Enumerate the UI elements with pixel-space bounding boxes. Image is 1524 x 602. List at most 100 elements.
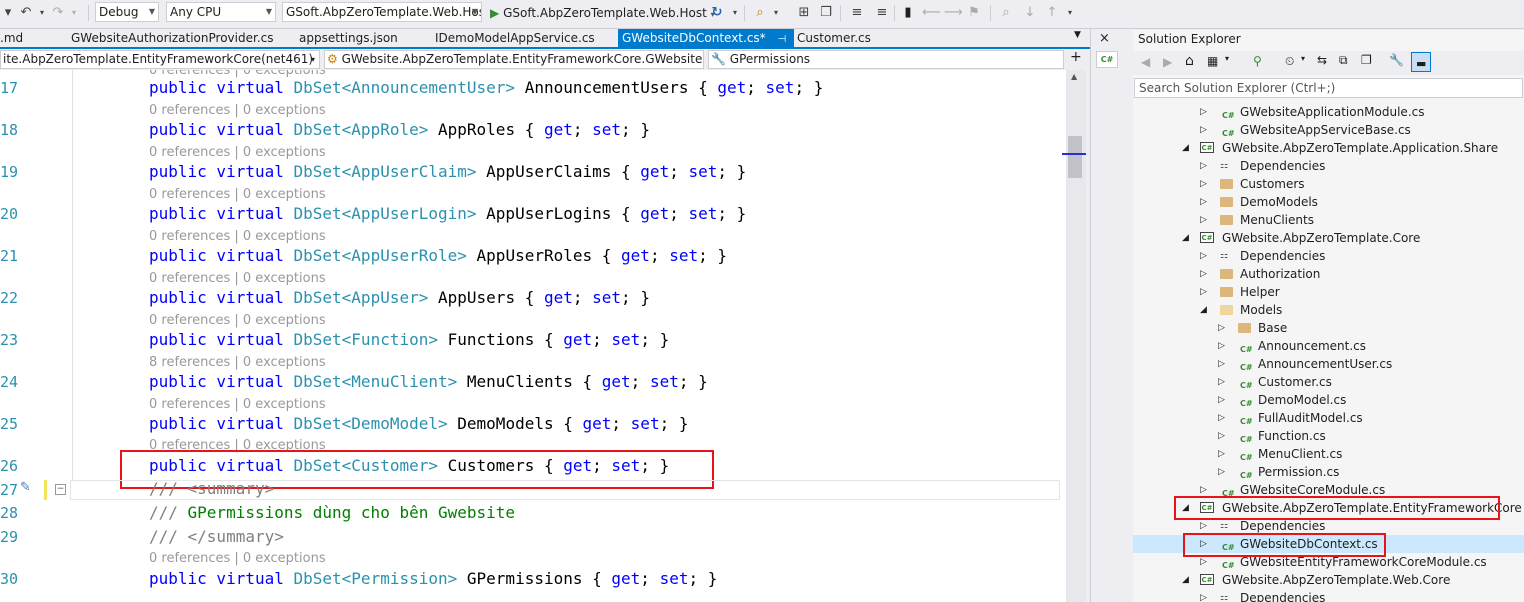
- redo-dropdown-icon[interactable]: ▾: [66, 5, 82, 21]
- tree-item[interactable]: ▷ C# Customer.cs: [1133, 373, 1524, 391]
- solution-platform-select[interactable]: Any CPU ▼: [166, 2, 276, 22]
- navigate-forward-icon[interactable]: ↑: [1044, 5, 1060, 21]
- startup-project-select[interactable]: GSoft.AbpZeroTemplate.Web.Host ▼: [282, 2, 482, 22]
- code-lens[interactable]: 0 references | 0 exceptions: [149, 271, 326, 286]
- expand-icon[interactable]: ▷: [1218, 373, 1225, 391]
- expand-icon[interactable]: ▷: [1200, 283, 1207, 301]
- tree-item[interactable]: ▷ C# GWebsiteApplicationModule.cs: [1133, 103, 1524, 121]
- solution-search-input[interactable]: Search Solution Explorer (Ctrl+;): [1134, 78, 1523, 98]
- refresh-dropdown-icon[interactable]: ▾: [727, 5, 743, 21]
- code-lens[interactable]: 0 references | 0 exceptions: [149, 397, 326, 412]
- toolbar-overflow-icon[interactable]: ▾: [1062, 5, 1078, 21]
- tree-item[interactable]: ◢ Models: [1133, 301, 1524, 319]
- tree-item[interactable]: ▷ C# MenuClient.cs: [1133, 445, 1524, 463]
- expand-icon[interactable]: ▷: [1218, 337, 1225, 355]
- expand-icon[interactable]: ▷: [1218, 409, 1225, 427]
- collapse-icon[interactable]: ◢: [1200, 301, 1207, 319]
- previous-bookmark-icon[interactable]: ⟵: [922, 5, 941, 21]
- tree-item[interactable]: ▷ C# DemoModel.cs: [1133, 391, 1524, 409]
- collapse-icon[interactable]: ◢: [1182, 571, 1189, 589]
- quick-actions-icon[interactable]: ✎: [20, 480, 31, 495]
- csharp-scope-icon[interactable]: C#: [1096, 51, 1118, 68]
- collapse-region-icon[interactable]: −: [55, 484, 66, 495]
- split-editor-icon[interactable]: +: [1070, 49, 1082, 65]
- properties-icon[interactable]: 🔧: [1389, 53, 1404, 67]
- expand-icon[interactable]: ▷: [1218, 463, 1225, 481]
- tree-item[interactable]: ▷ C# AnnouncementUser.cs: [1133, 355, 1524, 373]
- next-bookmark-icon[interactable]: ⟶: [944, 5, 963, 21]
- tree-item[interactable]: ▷ C# Announcement.cs: [1133, 337, 1524, 355]
- indent-icon[interactable]: ≡: [849, 5, 865, 21]
- tree-item[interactable]: ▷ C# FullAuditModel.cs: [1133, 409, 1524, 427]
- tab-appsettings[interactable]: appsettings.json: [299, 29, 398, 48]
- expand-icon[interactable]: ▷: [1200, 247, 1207, 265]
- show-all-files-icon[interactable]: ❐: [1361, 53, 1372, 67]
- tree-item[interactable]: ▷ Customers: [1133, 175, 1524, 193]
- forward-icon[interactable]: ▶: [1163, 55, 1172, 69]
- expand-icon[interactable]: ▷: [1218, 319, 1225, 337]
- collapse-icon[interactable]: ◢: [1182, 229, 1189, 247]
- close-pane-icon[interactable]: ×: [1099, 31, 1110, 46]
- bookmark-icon[interactable]: ▮: [900, 5, 916, 21]
- code-lens[interactable]: 0 references | 0 exceptions: [149, 145, 326, 160]
- expand-icon[interactable]: ▷: [1218, 391, 1225, 409]
- undo-dropdown-icon[interactable]: ▾: [34, 5, 50, 21]
- pending-changes-filter-icon[interactable]: ⚲: [1253, 54, 1262, 68]
- navigate-back-icon[interactable]: ↓: [1022, 5, 1038, 21]
- tree-item[interactable]: ▷ Helper: [1133, 283, 1524, 301]
- code-lens[interactable]: 8 references | 0 exceptions: [149, 355, 326, 370]
- code-lens[interactable]: 0 references | 0 exceptions: [149, 313, 326, 328]
- solution-configuration-select[interactable]: Debug ▼: [95, 2, 159, 22]
- tab-authorization-provider[interactable]: GWebsiteAuthorizationProvider.cs: [71, 29, 273, 48]
- editor-vertical-scrollbar[interactable]: ▲: [1062, 70, 1086, 602]
- switch-views-icon[interactable]: ▦: [1207, 54, 1218, 68]
- toggle-bookmark-icon[interactable]: ⚑: [966, 5, 982, 21]
- back-icon[interactable]: ◀: [1141, 55, 1150, 69]
- refresh-icon[interactable]: ↻: [709, 5, 725, 21]
- collapse-all-icon[interactable]: ⧉: [1339, 53, 1348, 68]
- tab-customer[interactable]: Customer.cs: [797, 29, 871, 48]
- tab-md[interactable]: .md: [0, 29, 23, 48]
- member-navigation-select[interactable]: 🔧 GPermissions: [708, 50, 1064, 69]
- code-lens[interactable]: 0 references | 0 exceptions: [149, 551, 326, 566]
- tree-item[interactable]: ▷ Base: [1133, 319, 1524, 337]
- tab-list-dropdown-icon[interactable]: ▼: [1074, 30, 1081, 40]
- expand-icon[interactable]: ▷: [1200, 193, 1207, 211]
- history-dropdown-icon[interactable]: ▾: [1301, 54, 1305, 63]
- tree-item[interactable]: ▷ C# GWebsiteAppServiceBase.cs: [1133, 121, 1524, 139]
- solution-view-icon[interactable]: ⊞: [796, 5, 812, 21]
- tree-item[interactable]: ▷ ⚏ Dependencies: [1133, 247, 1524, 265]
- expand-icon[interactable]: ▷: [1200, 157, 1207, 175]
- outdent-icon[interactable]: ≡: [874, 5, 890, 21]
- tab-demomodel-appservice[interactable]: IDemoModelAppService.cs: [435, 29, 595, 48]
- expand-icon[interactable]: ▷: [1200, 121, 1207, 139]
- tree-item[interactable]: ▷ ⚏ Dependencies: [1133, 589, 1524, 602]
- expand-icon[interactable]: ▷: [1218, 427, 1225, 445]
- code-lens[interactable]: 0 references | 0 exceptions: [149, 70, 326, 78]
- find-in-files-icon[interactable]: ⌕: [752, 5, 768, 21]
- code-lens[interactable]: 0 references | 0 exceptions: [149, 103, 326, 118]
- code-lens[interactable]: 0 references | 0 exceptions: [149, 229, 326, 244]
- code-lens[interactable]: 0 references | 0 exceptions: [149, 187, 326, 202]
- tree-item[interactable]: ▷ DemoModels: [1133, 193, 1524, 211]
- redo-icon[interactable]: ↷: [50, 5, 66, 21]
- start-debugging-button[interactable]: ▶ GSoft.AbpZeroTemplate.Web.Host ▾: [490, 3, 715, 23]
- expand-icon[interactable]: ▷: [1200, 175, 1207, 193]
- expand-icon[interactable]: ▷: [1200, 103, 1207, 121]
- tree-item[interactable]: ▷ C# Function.cs: [1133, 427, 1524, 445]
- switch-views-dropdown-icon[interactable]: ▾: [1225, 54, 1229, 63]
- tree-item-project[interactable]: ◢ C# GWebsite.AbpZeroTemplate.Applicatio…: [1133, 139, 1524, 157]
- tree-item-project[interactable]: ◢ C# GWebsite.AbpZeroTemplate.Web.Core: [1133, 571, 1524, 589]
- find-symbol-icon[interactable]: ⌕: [998, 5, 1014, 21]
- home-icon[interactable]: ⌂: [1185, 53, 1194, 69]
- redo-dropdown-icon[interactable]: ▾: [0, 5, 16, 21]
- history-icon[interactable]: ⏲: [1285, 54, 1294, 69]
- code-editor[interactable]: 0 references | 0 exceptions 17 public vi…: [0, 70, 1066, 602]
- collapse-icon[interactable]: ◢: [1182, 139, 1189, 157]
- expand-icon[interactable]: ▷: [1200, 211, 1207, 229]
- expand-icon[interactable]: ▷: [1218, 355, 1225, 373]
- preview-selected-items-button[interactable]: ▬: [1411, 52, 1431, 72]
- type-navigation-select[interactable]: ⚙ GWebsite.AbpZeroTemplate.EntityFramewo…: [324, 50, 704, 69]
- pin-tab-icon[interactable]: ⊣: [778, 34, 787, 45]
- tab-gwebsite-dbcontext[interactable]: GWebsiteDbContext.cs* ⊣ ×: [618, 29, 806, 48]
